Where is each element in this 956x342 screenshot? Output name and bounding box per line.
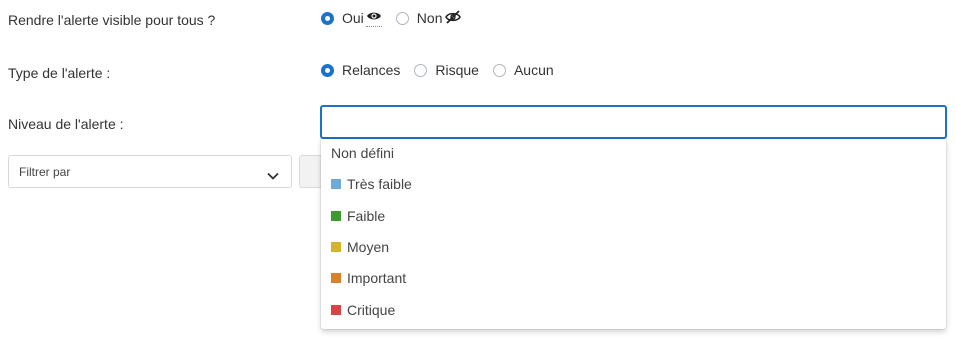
level-option-faible[interactable]: Faible — [331, 208, 385, 224]
visibility-option-non-label: Non — [416, 10, 443, 26]
color-swatch — [331, 242, 341, 252]
level-option-label: Faible — [347, 208, 386, 224]
chevron-down-icon — [267, 167, 279, 183]
level-select-input[interactable] — [320, 105, 947, 139]
level-dropdown-list: Non défini Très faible Faible Moyen Impo… — [321, 139, 946, 329]
type-option-relances[interactable]: Relances — [321, 62, 400, 78]
visibility-option-oui-label: Oui — [342, 10, 364, 26]
type-option-relances-label: Relances — [342, 62, 401, 78]
level-option-non-defini[interactable]: Non défini — [331, 145, 394, 161]
type-option-aucun[interactable]: Aucun — [492, 62, 554, 78]
radio-oui[interactable] — [321, 11, 334, 25]
filter-placeholder: Filtrer par — [19, 165, 71, 179]
radio-risque[interactable] — [414, 63, 428, 77]
visibility-option-non[interactable]: Non — [395, 9, 463, 27]
type-option-risque-label: Risque — [435, 62, 479, 78]
radio-relances[interactable] — [321, 63, 334, 77]
level-option-label: Critique — [347, 302, 396, 318]
level-option-label: Non défini — [331, 145, 395, 161]
level-option-important[interactable]: Important — [331, 270, 406, 286]
level-option-moyen[interactable]: Moyen — [331, 239, 389, 255]
radio-aucun[interactable] — [492, 63, 506, 77]
eye-slash-icon — [444, 9, 462, 27]
level-option-label: Très faible — [347, 176, 412, 192]
level-option-tres-faible[interactable]: Très faible — [331, 176, 412, 192]
visibility-radio-group: Oui Non — [321, 9, 476, 27]
type-option-aucun-label: Aucun — [513, 62, 554, 78]
color-swatch — [331, 273, 341, 283]
eye-icon — [365, 9, 382, 27]
type-option-risque[interactable]: Risque — [414, 62, 479, 78]
level-option-label: Moyen — [347, 239, 390, 255]
filter-action-button[interactable] — [299, 155, 323, 188]
type-label: Type de l'alerte : — [8, 65, 111, 81]
filter-select[interactable]: Filtrer par — [8, 155, 292, 188]
level-option-label: Important — [347, 270, 407, 286]
radio-non[interactable] — [395, 11, 409, 25]
level-label: Niveau de l'alerte : — [8, 116, 124, 132]
color-swatch — [331, 179, 341, 189]
type-radio-group: Relances Risque Aucun — [321, 62, 568, 78]
visibility-option-oui[interactable]: Oui — [321, 9, 382, 27]
color-swatch — [331, 305, 341, 315]
level-option-critique[interactable]: Critique — [331, 302, 395, 318]
visibility-label: Rendre l'alerte visible pour tous ? — [8, 12, 216, 28]
color-swatch — [331, 211, 341, 221]
